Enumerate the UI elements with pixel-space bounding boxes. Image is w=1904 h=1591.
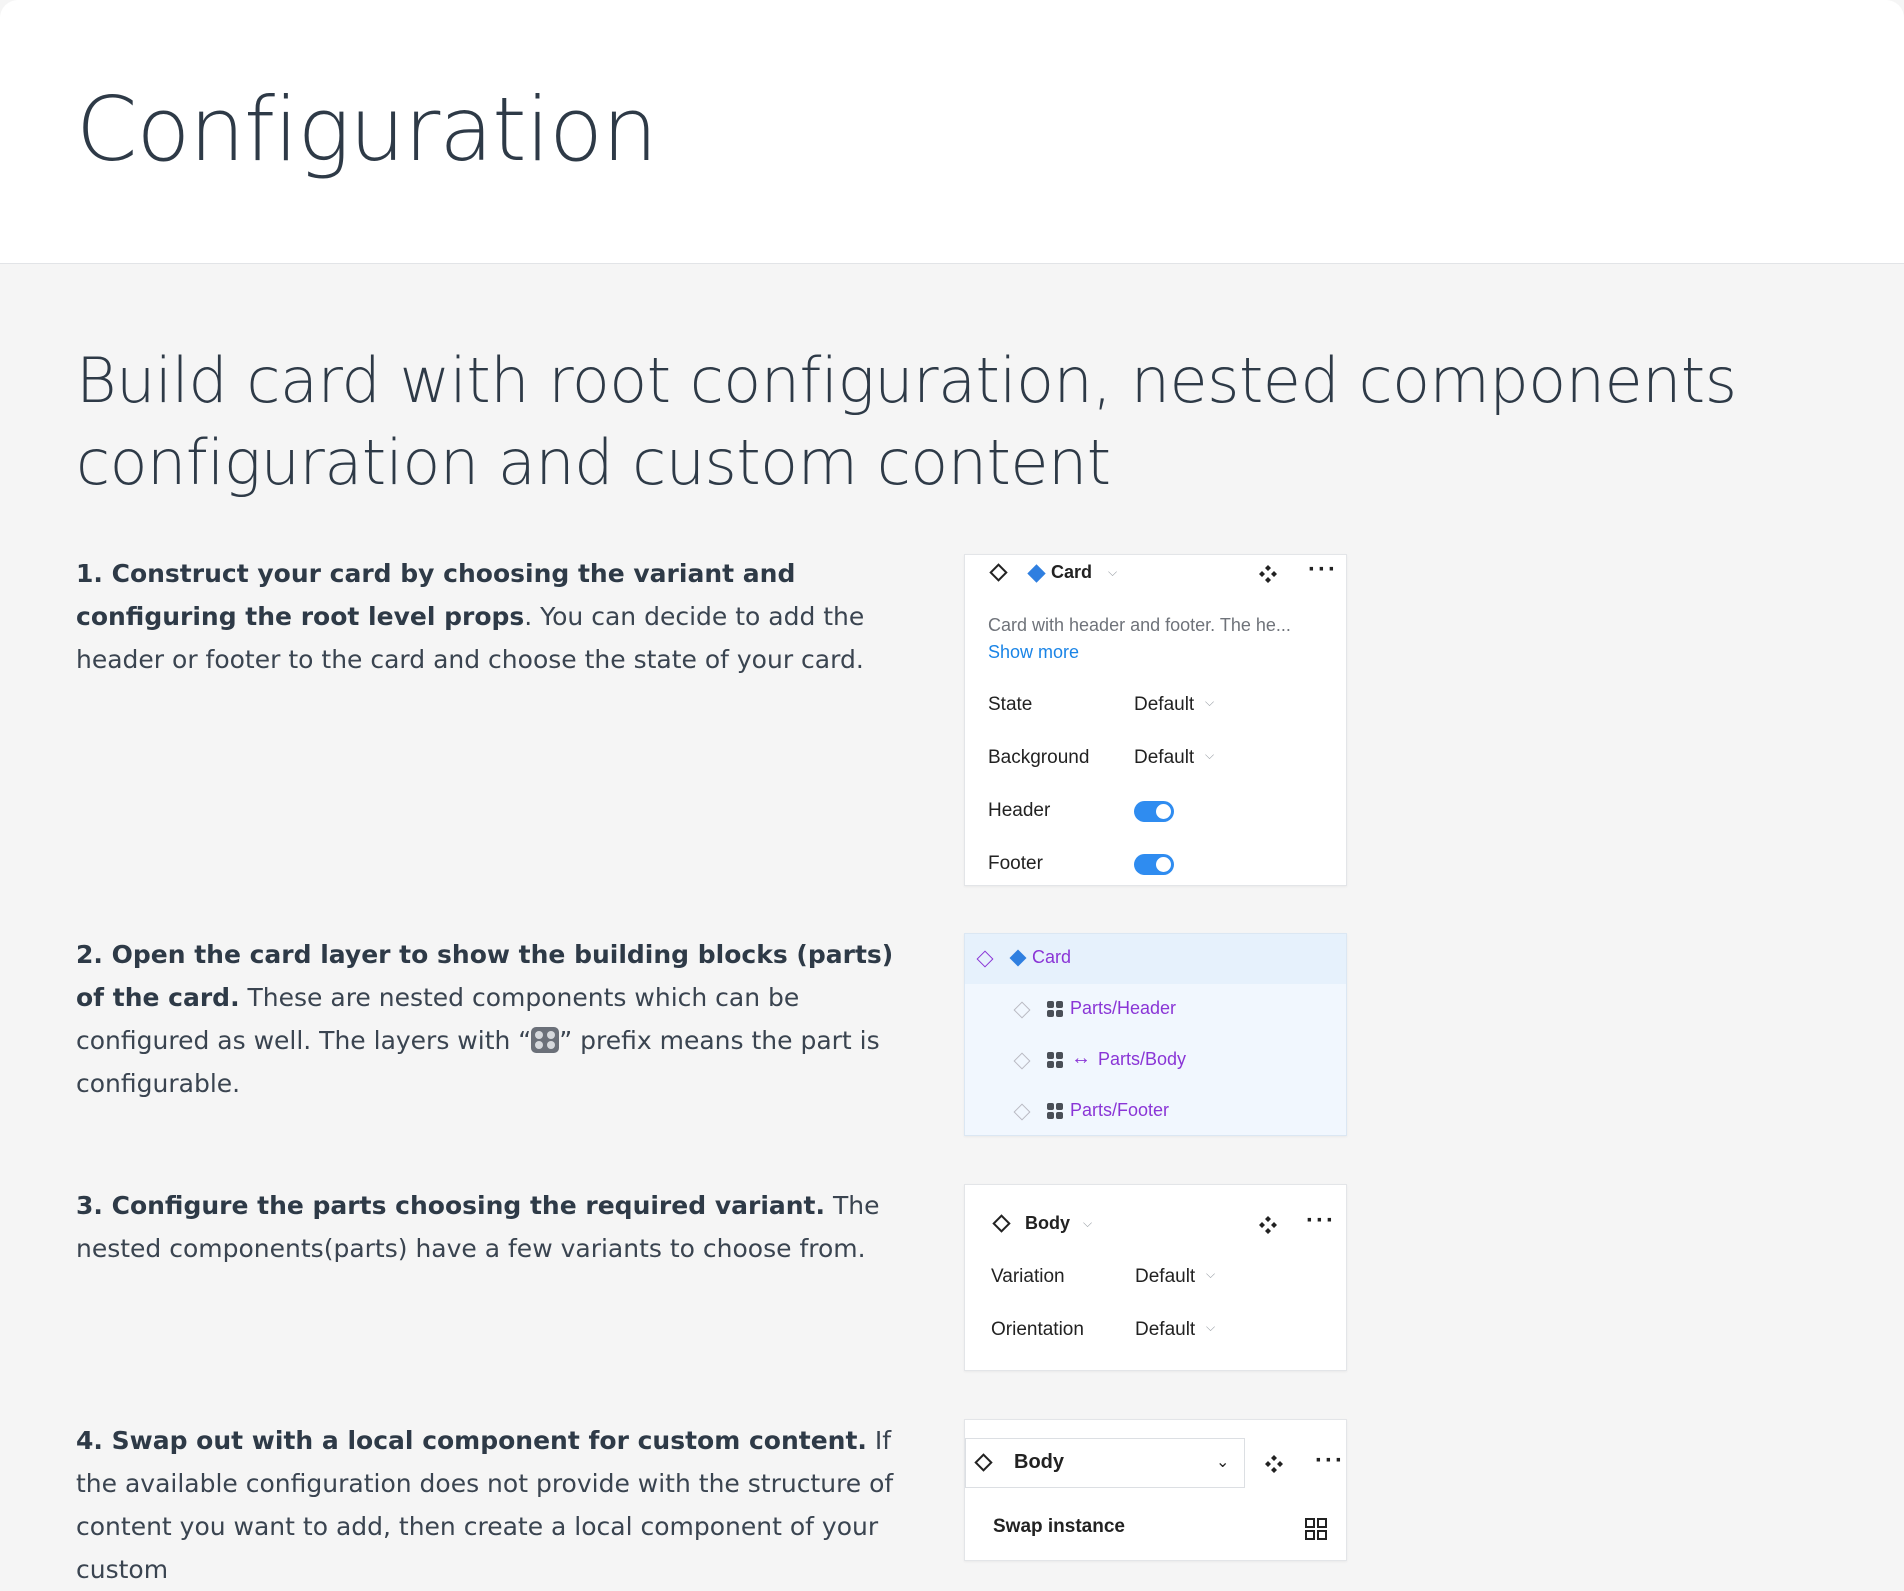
component-name[interactable]: Body <box>1025 1213 1070 1234</box>
configurable-part-icon <box>1047 1052 1063 1068</box>
footer-toggle[interactable] <box>1134 854 1174 875</box>
chevron-down-icon[interactable]: ⌵ <box>1083 1216 1092 1231</box>
grid-view-icon[interactable] <box>1305 1518 1327 1540</box>
step-3-bold: 3. Configure the parts choosing the requ… <box>76 1191 825 1220</box>
layer-name: Parts/Footer <box>1070 1100 1170 1120</box>
component-name[interactable]: Card <box>1051 562 1092 583</box>
component-instance-icon <box>1013 1052 1031 1070</box>
header-label: Header <box>988 800 1051 821</box>
section-title: Build card with root configuration, nest… <box>76 344 1737 499</box>
orientation-label: Orientation <box>991 1319 1084 1340</box>
instance-select[interactable] <box>965 1438 1245 1488</box>
go-to-main-component-icon[interactable] <box>1258 564 1278 584</box>
component-instance-icon <box>989 563 1008 582</box>
header-toggle[interactable] <box>1134 801 1174 822</box>
chevron-down-icon[interactable]: ⌵ <box>1205 748 1214 763</box>
footer-label: Footer <box>988 853 1043 874</box>
page-title: Configuration <box>76 78 658 181</box>
more-options-icon[interactable]: ··· <box>1315 1449 1345 1473</box>
state-label: State <box>988 694 1033 715</box>
layer-name: Parts/Header <box>1070 998 1177 1018</box>
component-instance-icon <box>976 950 994 968</box>
body-properties-panel: Body ⌵ ··· Variation Default ⌵ Orientati… <box>964 1184 1347 1371</box>
swap-instance-label: Swap instance <box>993 1516 1125 1537</box>
layer-row-parts-footer[interactable]: Parts/Footer <box>965 1087 1346 1137</box>
go-to-main-component-icon[interactable] <box>1264 1454 1284 1474</box>
step-4-text: 4. Swap out with a local component for c… <box>76 1419 916 1591</box>
component-main-icon <box>1027 564 1046 583</box>
page-header: Configuration <box>0 0 1904 264</box>
background-select[interactable]: Default <box>1134 747 1194 769</box>
background-label: Background <box>988 747 1090 768</box>
variation-label: Variation <box>991 1266 1065 1287</box>
layer-row-parts-header[interactable]: Parts/Header <box>965 985 1346 1035</box>
layer-name: Card <box>1032 947 1072 967</box>
chevron-down-icon[interactable]: ⌵ <box>1108 565 1117 580</box>
horizontal-layout-icon: ↔ <box>1071 1047 1091 1069</box>
component-description: Card with header and footer. The he... <box>988 615 1291 635</box>
chevron-down-icon[interactable]: ⌵ <box>1206 1267 1215 1282</box>
configurable-part-icon <box>1047 1001 1063 1017</box>
step-4-bold: 4. Swap out with a local component for c… <box>76 1426 867 1455</box>
component-instance-icon <box>992 1214 1011 1233</box>
state-select[interactable]: Default <box>1134 694 1194 716</box>
chevron-down-icon[interactable]: ⌵ <box>1206 1320 1215 1335</box>
configurable-part-icon <box>531 1027 560 1053</box>
layers-panel: Card Parts/Header ↔ Parts/Body Parts/Foo… <box>964 933 1347 1136</box>
chevron-down-icon[interactable]: ⌵ <box>1205 695 1214 710</box>
configurable-part-icon <box>1047 1103 1063 1119</box>
swap-instance-panel: Body ⌄ ··· Swap instance <box>964 1419 1347 1561</box>
more-options-icon[interactable]: ··· <box>1308 558 1338 582</box>
chevron-down-icon[interactable]: ⌄ <box>1216 1452 1229 1472</box>
orientation-select[interactable]: Default <box>1135 1319 1195 1341</box>
layer-row-parts-body[interactable]: ↔ Parts/Body <box>965 1036 1346 1086</box>
show-more-link[interactable]: Show more <box>988 642 1079 663</box>
component-instance-icon <box>1013 1001 1031 1019</box>
go-to-main-component-icon[interactable] <box>1258 1215 1278 1235</box>
layer-name: Parts/Body <box>1098 1049 1187 1069</box>
component-main-icon <box>1009 949 1027 967</box>
card-properties-panel: Card ⌵ ··· Card with header and footer. … <box>964 554 1347 886</box>
component-instance-icon <box>1013 1103 1031 1121</box>
variation-select[interactable]: Default <box>1135 1266 1195 1288</box>
step-3-text: 3. Configure the parts choosing the requ… <box>76 1184 916 1270</box>
more-options-icon[interactable]: ··· <box>1306 1209 1336 1233</box>
step-2-text: 2. Open the card layer to show the build… <box>76 933 916 1105</box>
step-1-text: 1. Construct your card by choosing the v… <box>76 552 916 681</box>
component-name: Body <box>1014 1451 1064 1473</box>
layer-row-card[interactable]: Card <box>965 934 1346 984</box>
